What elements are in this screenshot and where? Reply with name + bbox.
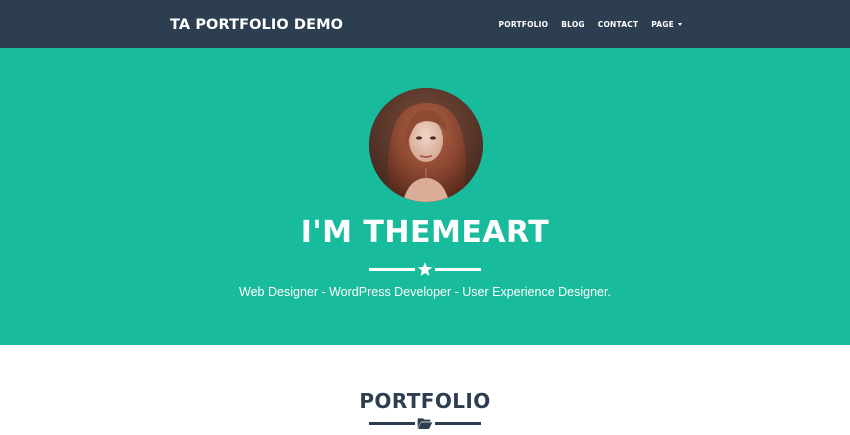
folder-open-icon bbox=[417, 416, 433, 430]
nav-item-page-dropdown[interactable]: PAGE bbox=[651, 20, 682, 29]
hero-subtitle: Web Designer - WordPress Developer - Use… bbox=[239, 285, 611, 299]
divider-line bbox=[435, 268, 481, 271]
divider-line bbox=[369, 268, 415, 271]
nav-item-contact[interactable]: CONTACT bbox=[598, 20, 639, 29]
nav-item-label: PAGE bbox=[651, 19, 674, 29]
brand-logo-link[interactable]: TA PORTFOLIO DEMO bbox=[170, 15, 343, 35]
portfolio-title: PORTFOLIO bbox=[359, 389, 491, 413]
nav-item-label: PORTFOLIO bbox=[498, 19, 549, 29]
divider-line bbox=[435, 422, 481, 425]
profile-avatar bbox=[369, 88, 483, 202]
nav-item-label: CONTACT bbox=[597, 19, 639, 29]
nav-item-label: BLOG bbox=[561, 19, 585, 29]
navbar: TA PORTFOLIO DEMO PORTFOLIO BLOG CONTACT… bbox=[0, 0, 850, 48]
divider-line bbox=[369, 422, 415, 425]
main-nav: PORTFOLIO BLOG CONTACT PAGE bbox=[499, 0, 682, 48]
nav-item-blog[interactable]: BLOG bbox=[561, 20, 585, 29]
hero-divider bbox=[369, 262, 481, 276]
portfolio-divider bbox=[369, 416, 481, 430]
nav-item-portfolio[interactable]: PORTFOLIO bbox=[499, 20, 549, 29]
star-icon bbox=[417, 262, 433, 276]
hero-section: I'M THEMEART Web Designer - WordPress De… bbox=[0, 48, 850, 345]
caret-down-icon bbox=[678, 22, 682, 26]
hero-title: I'M THEMEART bbox=[300, 215, 550, 250]
